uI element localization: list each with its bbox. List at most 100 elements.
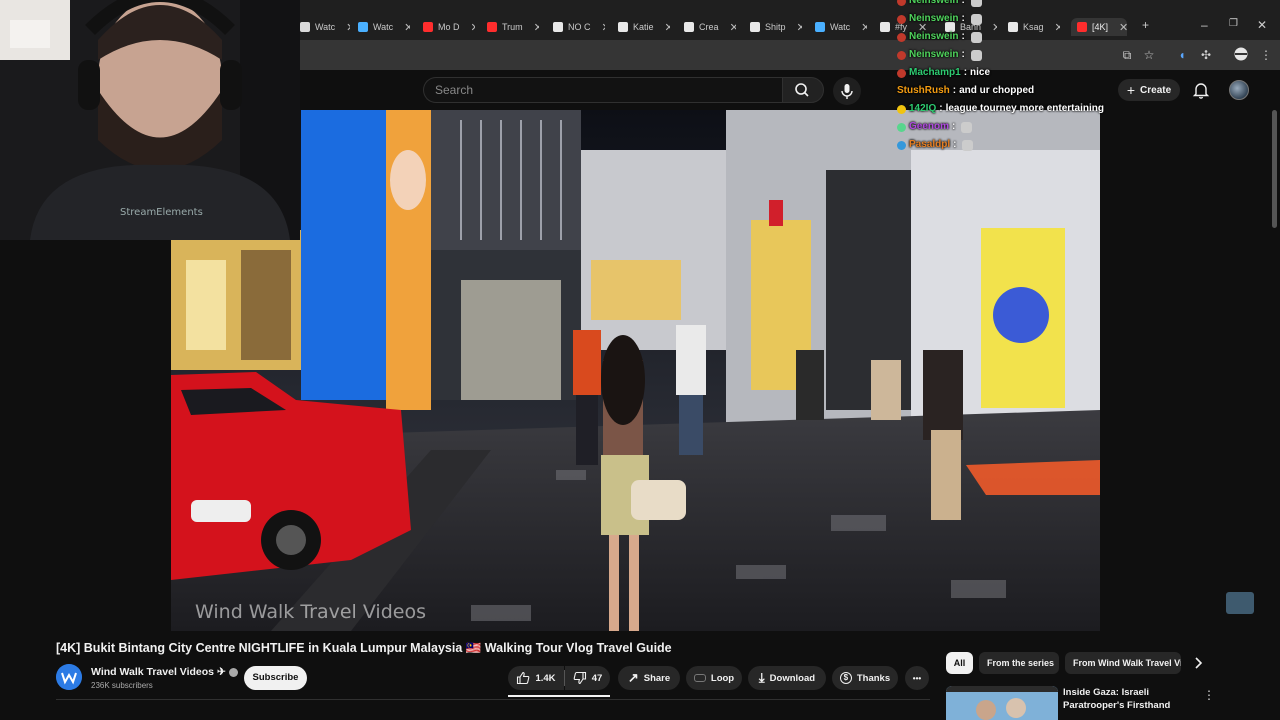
thanks-button[interactable]: $ Thanks <box>832 666 898 690</box>
chat-badge-icon <box>897 14 906 24</box>
share-icon: ↗ <box>627 670 639 685</box>
extensions-icon[interactable]: ✣ <box>1198 47 1214 63</box>
tab-favicon-icon <box>300 22 310 32</box>
chat-badge-icon <box>897 68 906 78</box>
chips-next-button[interactable] <box>1190 655 1206 671</box>
profile-icon[interactable] <box>1233 47 1249 63</box>
tab-close-button[interactable]: ✕ <box>665 21 670 34</box>
chat-separator: : <box>953 139 957 150</box>
chat-separator: : <box>963 67 968 78</box>
tab-close-button[interactable]: ✕ <box>797 21 802 34</box>
page-scrollbar[interactable] <box>1272 110 1277 228</box>
dislike-button[interactable]: 47 <box>565 666 610 690</box>
video-player[interactable]: Wind Walk Travel Videos <box>171 110 1100 631</box>
dislike-count: 47 <box>591 672 603 684</box>
extension-audio-icon[interactable]: ◖ <box>1174 47 1190 63</box>
notifications-button[interactable] <box>1191 80 1211 100</box>
chat-text: and ur chopped <box>959 85 1035 96</box>
channel-name[interactable]: Wind Walk Travel Videos ✈ <box>91 666 238 678</box>
tab-close-button[interactable]: ✕ <box>534 21 539 34</box>
chip-all[interactable]: All <box>946 652 973 674</box>
chat-text: league tourney more entertaining <box>945 103 1104 114</box>
window-close-button[interactable]: ✕ <box>1257 18 1267 32</box>
browser-tab[interactable]: Watc ✕ <box>815 18 867 36</box>
bookmark-star-icon[interactable]: ☆ <box>1141 47 1157 63</box>
chat-username[interactable]: Machamp1 <box>909 64 961 82</box>
browser-tab[interactable]: Watc ✕ <box>358 18 410 36</box>
chat-message: Geenom : <box>897 118 1117 136</box>
browser-menu-icon[interactable]: ⋮ <box>1258 47 1274 63</box>
chat-username[interactable]: Neinswein <box>909 10 958 28</box>
download-button[interactable]: ⤓ Download <box>748 666 826 690</box>
chat-username[interactable]: Pasaldpl <box>909 136 950 154</box>
channel-avatar[interactable] <box>56 664 82 690</box>
chat-username[interactable]: Neinswein <box>909 0 958 10</box>
browser-tab[interactable]: Shitp ✕ <box>750 18 802 36</box>
chat-badge-icon <box>897 122 906 132</box>
like-button[interactable]: 1.4K <box>508 666 564 690</box>
streamer-webcam: StreamElements <box>0 0 300 240</box>
create-button[interactable]: + Create <box>1118 79 1180 101</box>
chevron-right-icon <box>1195 657 1203 669</box>
tab-favicon-icon <box>750 22 760 32</box>
chat-username[interactable]: StushRush <box>897 82 950 100</box>
chat-username[interactable]: Neinswein <box>909 46 958 64</box>
chat-message: StushRush : and ur chopped <box>897 82 1117 100</box>
video-title: [4K] Bukit Bintang City Centre NIGHTLIFE… <box>56 641 672 655</box>
chat-username[interactable]: Geenom <box>909 118 949 136</box>
browser-tab[interactable]: Mo D ✕ <box>423 18 475 36</box>
tab-label: Watc <box>373 22 394 32</box>
browser-tab[interactable]: Trum ✕ <box>487 18 539 36</box>
subscribe-watermark-icon[interactable] <box>1226 592 1254 614</box>
voice-search-button[interactable] <box>833 77 861 105</box>
microphone-icon <box>841 84 853 99</box>
tab-close-button[interactable]: ✕ <box>730 21 736 34</box>
new-tab-button[interactable]: + <box>1142 18 1149 32</box>
browser-tab[interactable]: Watc ✕ <box>300 18 350 36</box>
tab-label: Watc <box>315 22 336 32</box>
like-count: 1.4K <box>535 672 556 684</box>
browser-tab[interactable]: Crea ✕ <box>684 18 736 36</box>
recommendation-title[interactable]: Inside Gaza: Israeli Paratrooper's First… <box>1063 686 1191 712</box>
tab-close-button[interactable]: ✕ <box>861 21 867 34</box>
loop-button[interactable]: Loop <box>686 666 742 690</box>
chip-from-channel[interactable]: From Wind Walk Travel Videos <box>1065 652 1181 674</box>
shirt-logo-text: StreamElements <box>120 207 203 218</box>
cast-icon[interactable]: ⧉ <box>1119 47 1135 63</box>
browser-tab[interactable]: Katie ✕ <box>618 18 670 36</box>
tab-close-button[interactable]: ✕ <box>471 21 475 34</box>
chip-from-the-series[interactable]: From the series <box>979 652 1059 674</box>
tab-favicon-icon <box>880 22 890 32</box>
tab-label: Mo D <box>438 22 460 32</box>
tab-close-button[interactable]: ✕ <box>346 21 350 34</box>
chat-emote-icon <box>970 0 982 7</box>
thumbs-down-icon <box>573 671 586 685</box>
chat-emote-icon <box>970 49 982 61</box>
search-input[interactable]: Search <box>423 77 783 103</box>
chat-username[interactable]: Neinswein <box>909 28 958 46</box>
tab-close-button[interactable]: ✕ <box>1119 21 1127 34</box>
subscribe-button[interactable]: Subscribe <box>244 666 307 690</box>
loop-icon <box>693 674 706 682</box>
search-icon <box>795 83 809 97</box>
description-divider <box>56 699 930 700</box>
channel-name-text[interactable]: Wind Walk Travel Videos ✈ <box>91 666 226 678</box>
tab-close-button[interactable]: ✕ <box>404 21 410 34</box>
account-avatar[interactable] <box>1229 80 1249 100</box>
chat-badge-icon <box>897 104 906 114</box>
recommendation-thumbnail[interactable] <box>946 686 1058 720</box>
tab-favicon-icon <box>618 22 628 32</box>
screen: { "browser": { "tabs": [ {"label": "Watc… <box>0 0 1280 720</box>
recommendation-menu-icon[interactable]: ⋮ <box>1203 688 1215 702</box>
tab-close-button[interactable]: ✕ <box>602 21 606 34</box>
restore-button[interactable]: ❐ <box>1229 18 1238 29</box>
more-actions-button[interactable]: ••• <box>905 666 929 690</box>
tab-label: Katie <box>633 22 654 32</box>
share-button[interactable]: ↗ Share <box>618 666 680 690</box>
browser-tab[interactable]: NO C ✕ <box>553 18 605 36</box>
minimize-button[interactable]: – <box>1201 18 1208 32</box>
chat-username[interactable]: 142IQ <box>909 100 936 118</box>
chat-message: 142IQ : league tourney more entertaining <box>897 100 1117 118</box>
search-button[interactable] <box>782 77 824 103</box>
chat-badge-icon <box>897 140 906 150</box>
